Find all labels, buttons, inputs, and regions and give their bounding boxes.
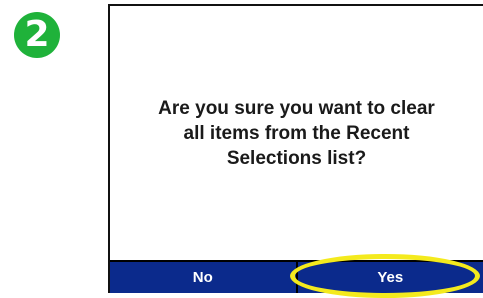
dialog-message-line-1: Are you sure you want to clear [110, 96, 483, 121]
step-number-badge: 2 [14, 12, 60, 58]
dialog-message-line-2: all items from the Recent [110, 121, 483, 146]
no-button[interactable]: No [110, 262, 296, 293]
dialog-message: Are you sure you want to clear all items… [110, 96, 483, 171]
yes-button-highlight-ring [290, 254, 480, 298]
confirmation-dialog: Are you sure you want to clear all items… [110, 6, 483, 293]
no-button-label: No [193, 269, 213, 286]
dialog-message-line-3: Selections list? [110, 146, 483, 171]
device-screen-frame: Are you sure you want to clear all items… [108, 4, 483, 293]
